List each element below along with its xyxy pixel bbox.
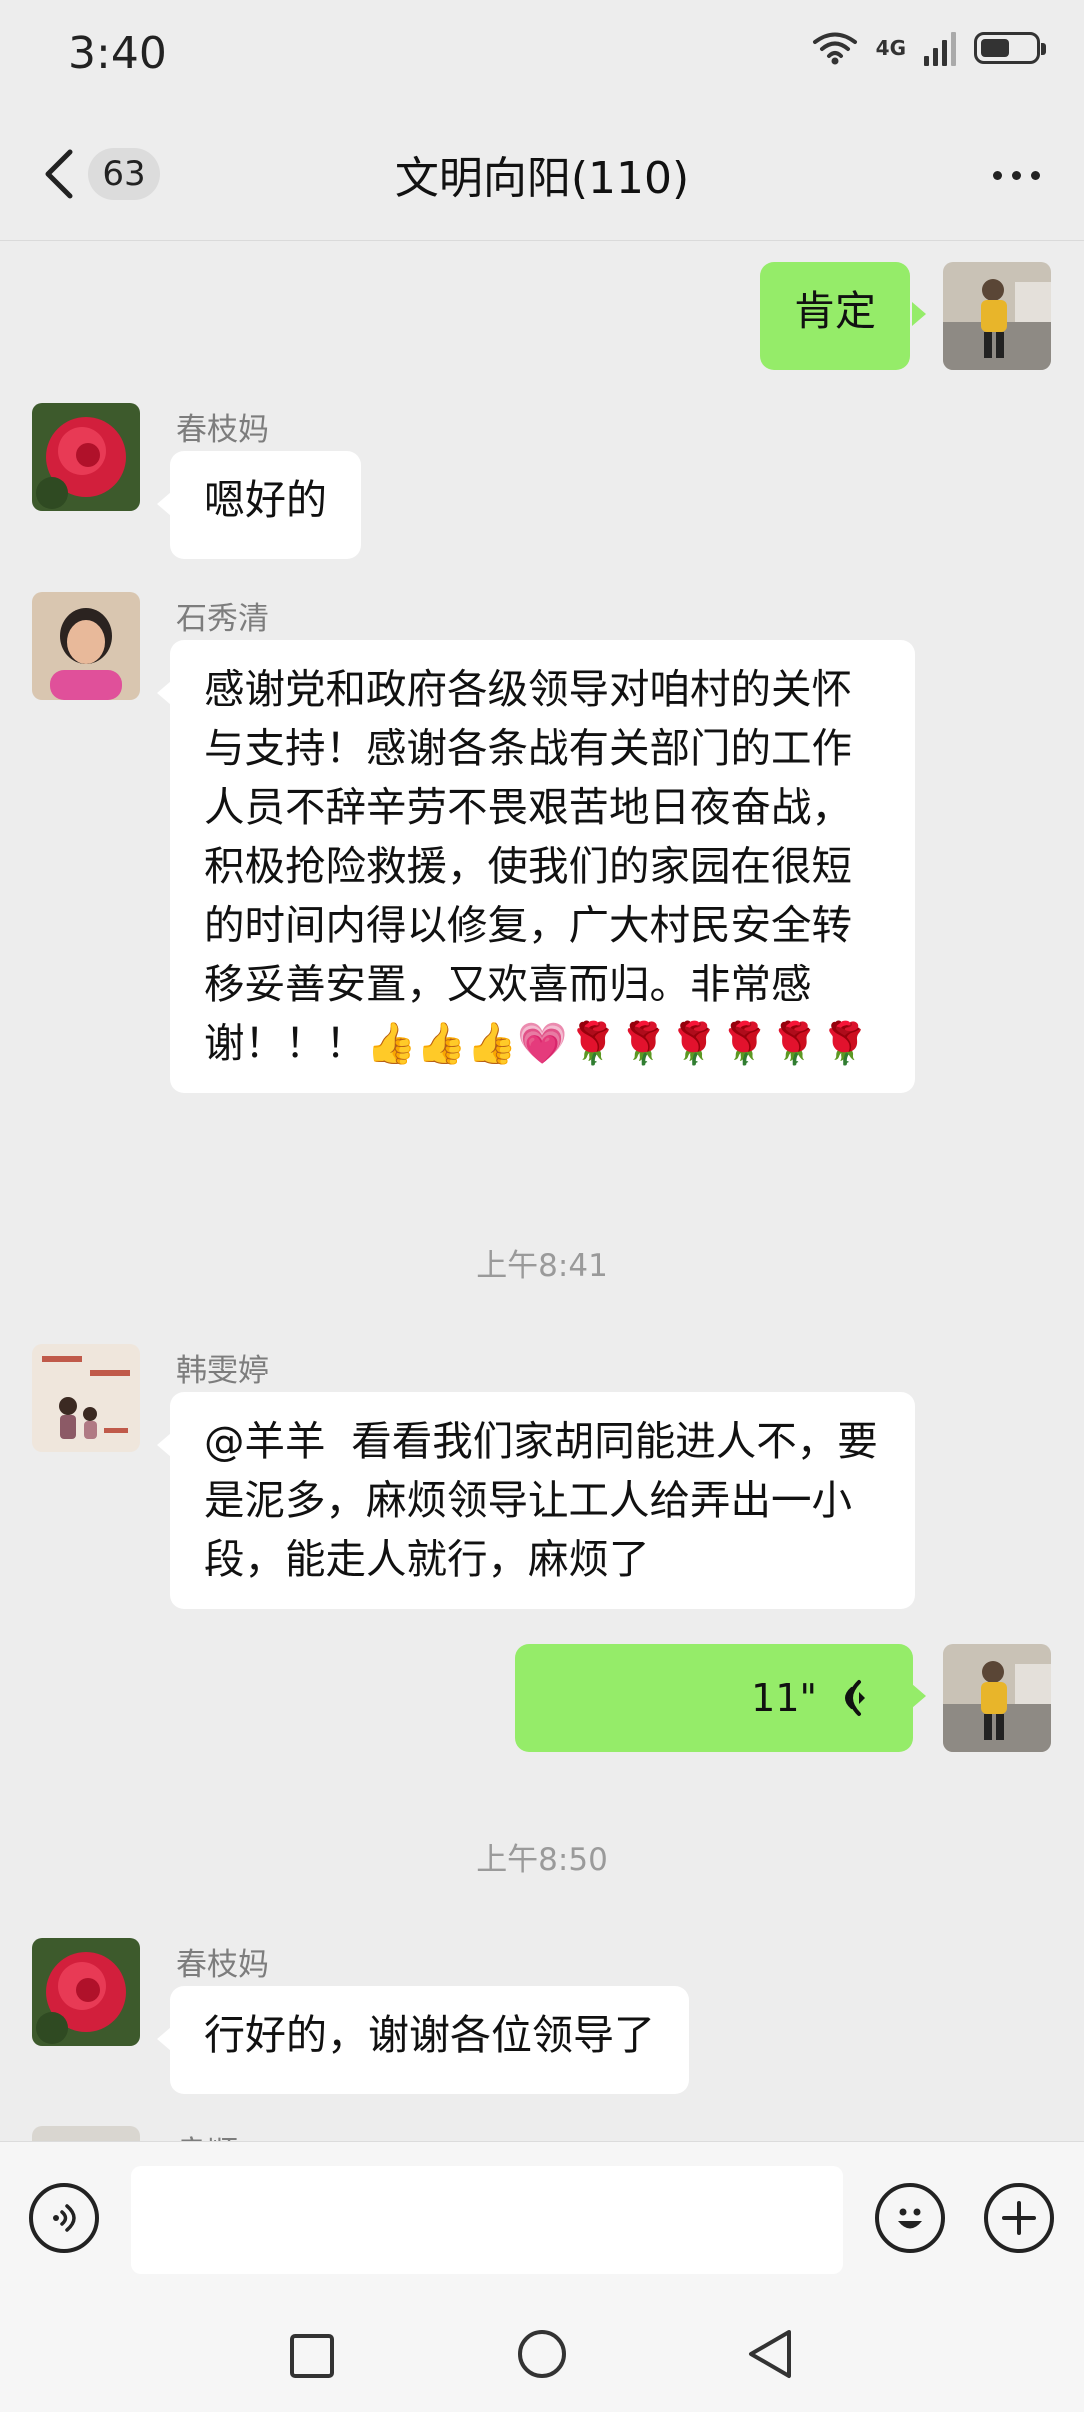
home-button[interactable] (514, 2326, 570, 2382)
message-bubble[interactable]: 行好的，谢谢各位领导了 (170, 1986, 689, 2094)
sender-name: 春枝妈 (176, 412, 269, 448)
plus-icon (1002, 2201, 1036, 2235)
message-bubble[interactable]: 感谢党和政府各级领导对咱村的关怀与支持！感谢各条战有关部门的工作人员不辞辛劳不畏… (170, 640, 915, 1093)
bubble-tail (157, 681, 171, 705)
bubble-tail (157, 2027, 171, 2051)
message-input[interactable] (131, 2166, 843, 2274)
child-photo-icon (943, 1644, 1051, 1752)
message-bubble[interactable]: 嗯好的 (170, 451, 361, 559)
back-button[interactable] (36, 144, 86, 204)
sender-name: 韩雯婷 (176, 1353, 269, 1389)
more-dot (1030, 170, 1040, 180)
partial-avatar[interactable] (32, 2126, 140, 2141)
system-back-button[interactable] (742, 2326, 798, 2382)
emoji-icon (898, 2208, 922, 2229)
emoji-button[interactable] (875, 2183, 945, 2253)
status-time: 3:40 (68, 28, 167, 79)
voice-wave-icon (845, 1680, 865, 1716)
wifi-icon (812, 32, 857, 65)
my-avatar[interactable] (943, 262, 1051, 370)
voice-duration: 11" (751, 1675, 817, 1720)
sender-name: 石秀清 (176, 601, 269, 637)
voice-message-bubble[interactable]: 11" (515, 1644, 913, 1752)
voice-input-icon (53, 2204, 76, 2232)
rose-photo-icon (32, 1938, 140, 2046)
my-avatar[interactable] (943, 1644, 1051, 1752)
family-photo-icon (32, 1344, 140, 1452)
sender-avatar[interactable] (32, 592, 140, 700)
timestamp: 上午8:50 (476, 1842, 608, 1878)
bubble-tail (157, 492, 171, 516)
chevron-left-icon (45, 149, 73, 199)
bubble-tail (912, 1684, 926, 1708)
sender-name: 春枝妈 (176, 1947, 269, 1983)
status-icons: 4G (812, 30, 1046, 66)
woman-photo-icon (32, 592, 140, 700)
voice-input-button[interactable] (29, 2183, 99, 2253)
rose-photo-icon (32, 403, 140, 511)
bubble-tail (912, 302, 926, 326)
sender-avatar[interactable] (32, 1344, 140, 1452)
timestamp: 上午8:41 (476, 1248, 608, 1284)
plus-button[interactable] (984, 2183, 1054, 2253)
message-bubble[interactable]: @羊羊 看看我们家胡同能进人不，要是泥多，麻烦领导让工人给弄出一小段，能走人就行… (170, 1392, 915, 1609)
network-type: 4G (875, 36, 906, 60)
chat-title: 文明向阳(110) (394, 153, 690, 204)
sender-name: 良顺 (176, 2127, 238, 2141)
sender-avatar[interactable] (32, 1938, 140, 2046)
child-photo-icon (943, 262, 1051, 370)
bubble-tail (157, 1433, 171, 1457)
circle-home-icon (518, 2330, 566, 2378)
signal-icon (924, 30, 956, 66)
more-button[interactable] (984, 160, 1048, 190)
header-divider (0, 240, 1084, 241)
more-dot (1011, 170, 1021, 180)
recents-button[interactable] (284, 2328, 340, 2384)
square-recents-icon (290, 2334, 334, 2378)
triangle-back-icon (749, 2330, 791, 2378)
message-bubble-mine[interactable]: 肯定 (760, 262, 910, 370)
battery-icon (974, 32, 1046, 64)
sender-avatar[interactable] (32, 403, 140, 511)
more-dots-icon (992, 170, 1002, 180)
unread-count-badge[interactable]: 63 (88, 148, 160, 200)
